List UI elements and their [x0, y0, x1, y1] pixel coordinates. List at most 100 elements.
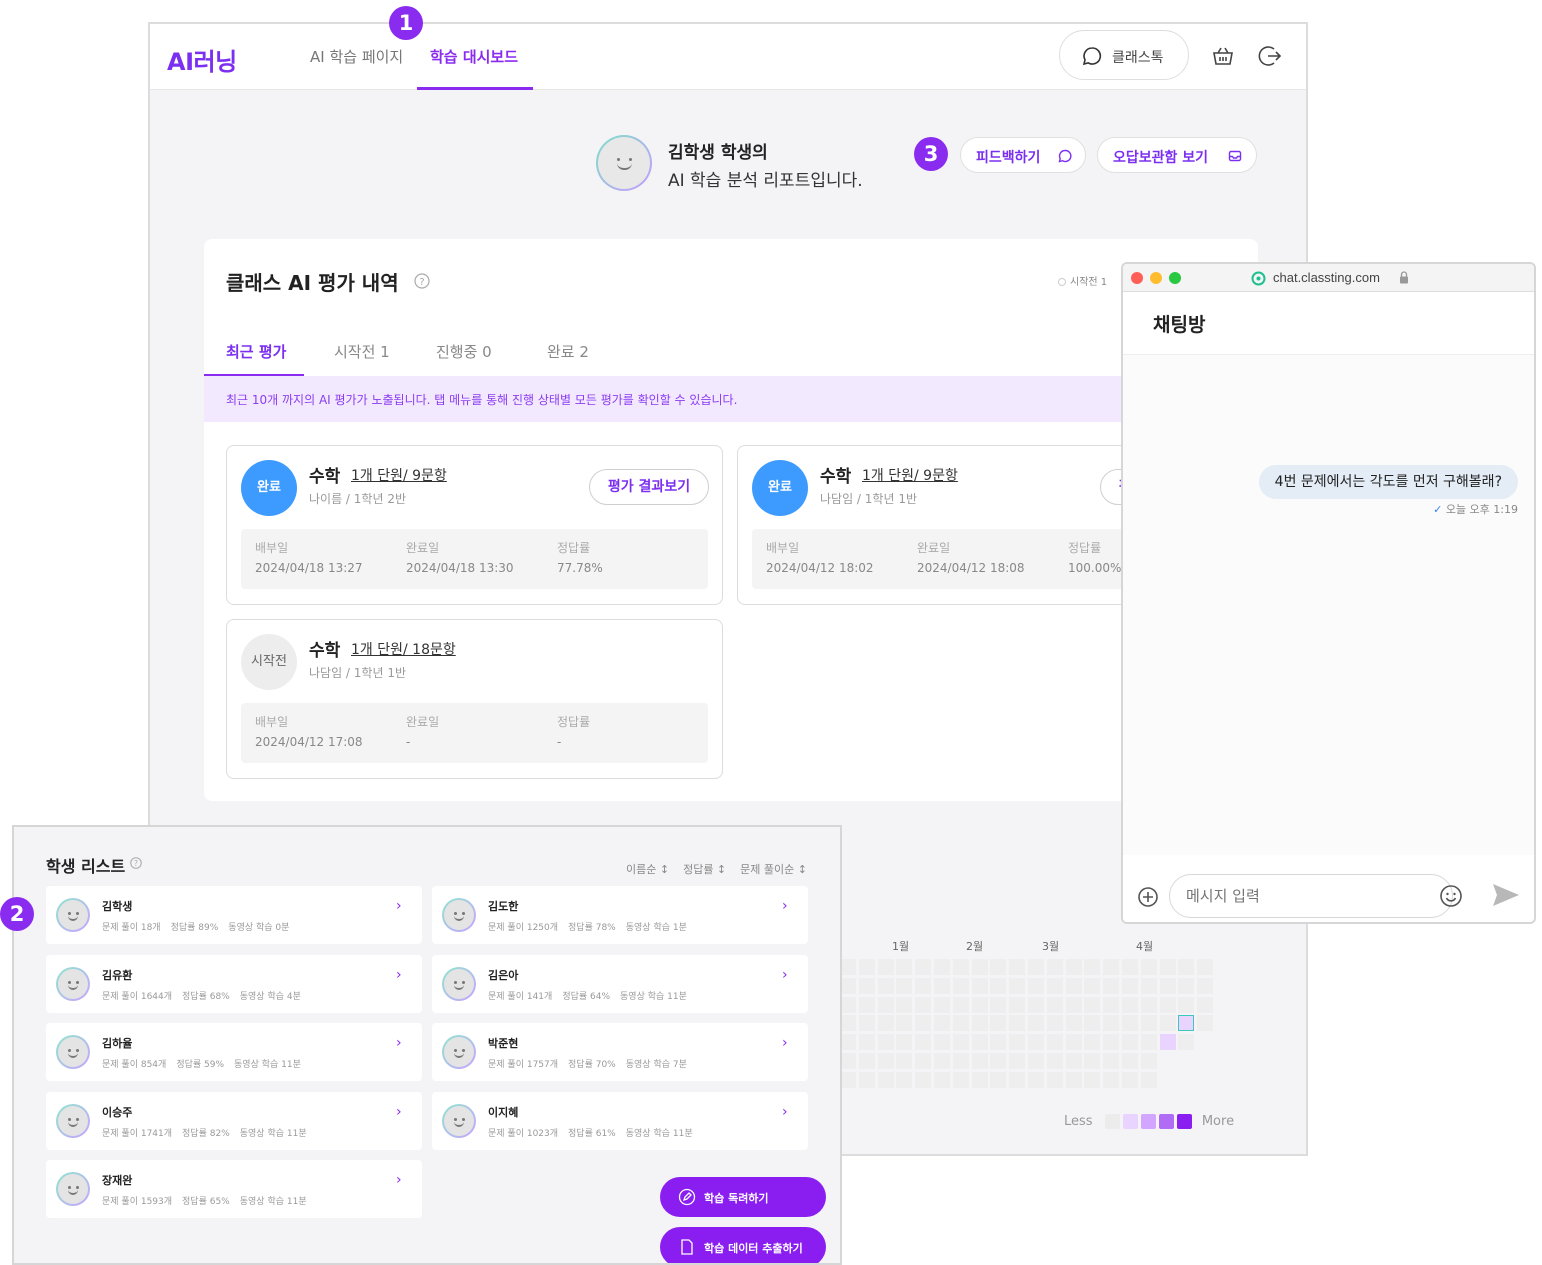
- unit-info[interactable]: 1개 단원/ 9문항: [862, 465, 958, 485]
- classtalk-button[interactable]: 클래스톡: [1059, 30, 1189, 80]
- heatmap-cell[interactable]: [1103, 996, 1120, 1013]
- heatmap-cell[interactable]: [1178, 977, 1195, 994]
- heatmap-cell[interactable]: [1103, 1015, 1120, 1032]
- heatmap-cell[interactable]: [1028, 959, 1044, 975]
- heatmap-cell[interactable]: [896, 977, 913, 994]
- heatmap-cell[interactable]: [896, 959, 913, 975]
- heatmap-cell[interactable]: [877, 1071, 894, 1088]
- heatmap-cell[interactable]: [952, 1071, 969, 1088]
- heatmap-cell[interactable]: [896, 1071, 913, 1088]
- evaluation-card[interactable]: 시작전 수학 1개 단원/ 18문항 나담임 / 1학년 1반 배부일 완료일 …: [226, 619, 723, 779]
- heatmap-cell[interactable]: [1103, 1034, 1120, 1051]
- heatmap-cell[interactable]: [1084, 977, 1101, 994]
- export-data-button[interactable]: 학습 데이터 추출하기: [660, 1227, 826, 1263]
- heatmap-cell[interactable]: [1178, 959, 1195, 975]
- heatmap-cell[interactable]: [1122, 996, 1138, 1013]
- heatmap-cell[interactable]: [934, 1071, 950, 1088]
- basket-icon[interactable]: [1211, 44, 1235, 68]
- chevron-right-icon[interactable]: ›: [396, 1104, 402, 1120]
- heatmap-cell[interactable]: [990, 1071, 1007, 1088]
- heatmap-cell[interactable]: [1122, 1053, 1138, 1069]
- chevron-right-icon[interactable]: ›: [396, 1172, 402, 1188]
- minimize-window-icon[interactable]: [1150, 272, 1162, 284]
- heatmap-cell[interactable]: [1084, 996, 1101, 1013]
- heatmap-cell[interactable]: [877, 1015, 894, 1032]
- app-logo[interactable]: AI러닝: [167, 42, 237, 77]
- heatmap-cell[interactable]: [971, 1034, 988, 1051]
- encourage-learning-button[interactable]: 학습 독려하기: [660, 1177, 826, 1217]
- heatmap-cell[interactable]: [952, 1015, 969, 1032]
- heatmap-cell[interactable]: [858, 977, 875, 994]
- heatmap-cell[interactable]: [1009, 996, 1026, 1013]
- add-attachment-icon[interactable]: [1137, 886, 1159, 908]
- heatmap-cell[interactable]: [971, 996, 988, 1013]
- message-input[interactable]: [1169, 874, 1453, 918]
- student-card[interactable]: 박준현 문제 풀이 1757개 정답률 70% 동영상 학습 7분 ›: [432, 1023, 808, 1081]
- heatmap-cell[interactable]: [990, 977, 1007, 994]
- heatmap-cell[interactable]: [896, 1015, 913, 1032]
- heatmap-cell[interactable]: [915, 1071, 932, 1088]
- heatmap-cell[interactable]: [1122, 959, 1138, 975]
- heatmap-cell[interactable]: [1065, 996, 1082, 1013]
- heatmap-cell[interactable]: [1084, 1015, 1101, 1032]
- heatmap-cell[interactable]: [971, 977, 988, 994]
- heatmap-cell[interactable]: [990, 1053, 1007, 1069]
- heatmap-cell[interactable]: [990, 959, 1007, 975]
- heatmap-cell[interactable]: [840, 1015, 856, 1032]
- heatmap-cell[interactable]: [1178, 1034, 1195, 1051]
- heatmap-cell[interactable]: [877, 977, 894, 994]
- heatmap-cell[interactable]: [877, 1034, 894, 1051]
- heatmap-cell[interactable]: [934, 959, 950, 975]
- heatmap-cell[interactable]: [934, 1053, 950, 1069]
- chevron-right-icon[interactable]: ›: [782, 1035, 788, 1051]
- heatmap-cell[interactable]: [858, 1015, 875, 1032]
- sort-by-name[interactable]: 이름순 ↕: [626, 863, 669, 876]
- heatmap-cell[interactable]: [896, 1053, 913, 1069]
- heatmap-cell[interactable]: [952, 996, 969, 1013]
- student-card[interactable]: 김유환 문제 풀이 1644개 정답률 68% 동영상 학습 4분 ›: [46, 954, 422, 1013]
- heatmap-cell[interactable]: [1084, 1053, 1101, 1069]
- heatmap-cell[interactable]: [1084, 1034, 1101, 1051]
- heatmap-cell[interactable]: [915, 959, 932, 975]
- heatmap-cell[interactable]: [952, 1053, 969, 1069]
- heatmap-cell[interactable]: [1159, 959, 1176, 975]
- heatmap-cell[interactable]: [971, 1015, 988, 1032]
- heatmap-cell[interactable]: [971, 959, 988, 975]
- heatmap-cell[interactable]: [934, 977, 950, 994]
- help-icon[interactable]: ?: [130, 857, 142, 869]
- tab-not-started[interactable]: 시작전 1: [334, 341, 390, 362]
- heatmap-cell[interactable]: [1178, 1015, 1195, 1032]
- heatmap-cell[interactable]: [1159, 1015, 1176, 1032]
- chevron-right-icon[interactable]: ›: [396, 967, 402, 983]
- sort-by-solved[interactable]: 문제 풀이순 ↕: [740, 863, 807, 876]
- heatmap-cell[interactable]: [877, 1053, 894, 1069]
- heatmap-cell[interactable]: [915, 977, 932, 994]
- heatmap-cell[interactable]: [1065, 1071, 1082, 1088]
- heatmap-cell[interactable]: [971, 1053, 988, 1069]
- heatmap-cell[interactable]: [1009, 1015, 1026, 1032]
- heatmap-cell[interactable]: [934, 1015, 950, 1032]
- tab-recent-evaluation[interactable]: 최근 평가: [226, 341, 286, 362]
- heatmap-cell[interactable]: [1046, 1015, 1063, 1032]
- tab-learning-dashboard[interactable]: 학습 대시보드: [430, 46, 518, 67]
- help-icon[interactable]: ?: [414, 273, 430, 289]
- heatmap-cell[interactable]: [1009, 1071, 1026, 1088]
- heatmap-cell[interactable]: [1065, 1034, 1082, 1051]
- heatmap-cell[interactable]: [1046, 1034, 1063, 1051]
- heatmap-cell[interactable]: [1028, 1034, 1044, 1051]
- sort-by-accuracy[interactable]: 정답률 ↕: [683, 863, 726, 876]
- chevron-right-icon[interactable]: ›: [396, 1035, 402, 1051]
- heatmap-cell[interactable]: [858, 1071, 875, 1088]
- student-card[interactable]: 김도한 문제 풀이 1250개 정답률 78% 동영상 학습 1분 ›: [432, 886, 808, 944]
- send-icon[interactable]: [1491, 882, 1521, 908]
- heatmap-cell[interactable]: [1028, 996, 1044, 1013]
- heatmap-cell[interactable]: [858, 996, 875, 1013]
- heatmap-cell[interactable]: [1046, 996, 1063, 1013]
- heatmap-cell[interactable]: [934, 1034, 950, 1051]
- heatmap-cell[interactable]: [1140, 1071, 1157, 1088]
- heatmap-cell[interactable]: [915, 1053, 932, 1069]
- heatmap-cell[interactable]: [1046, 1071, 1063, 1088]
- heatmap-cell[interactable]: [896, 1034, 913, 1051]
- heatmap-cell[interactable]: [1159, 977, 1176, 994]
- heatmap-cell[interactable]: [896, 996, 913, 1013]
